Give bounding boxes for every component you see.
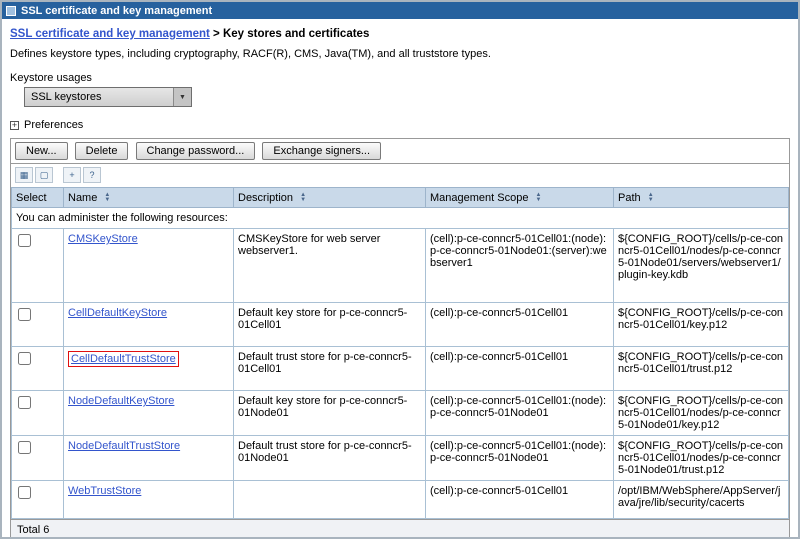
column-header-description[interactable]: Description ▲▼ <box>234 188 426 208</box>
keystore-description: Default trust store for p-ce-conncr5-01C… <box>234 347 426 391</box>
keystore-description: Default key store for p-ce-conncr5-01Cel… <box>234 303 426 347</box>
page-description: Defines keystore types, including crypto… <box>10 48 790 60</box>
table-header-row: Select Name ▲▼ Description ▲▼ <box>12 188 789 208</box>
new-button[interactable]: New... <box>15 142 68 160</box>
window-title: SSL certificate and key management <box>21 5 212 17</box>
action-button-row: New... Delete Change password... Exchang… <box>11 139 789 164</box>
chevron-down-icon[interactable]: ▼ <box>173 88 191 106</box>
selected-option-label: SSL keystores <box>31 91 102 103</box>
keystores-table: Select Name ▲▼ Description ▲▼ <box>11 187 789 519</box>
keystore-usages-label: Keystore usages <box>10 72 790 84</box>
row-checkbox[interactable] <box>18 234 31 247</box>
table-row-webtruststore: WebTrustStore (cell):p-ce-conncr5-01Cell… <box>12 481 789 519</box>
keystore-scope: (cell):p-ce-conncr5-01Cell01:(node):p-ce… <box>426 391 614 436</box>
deselect-all-icon[interactable]: ▢ <box>35 167 53 183</box>
expand-icon[interactable]: + <box>10 121 19 130</box>
row-checkbox[interactable] <box>18 352 31 365</box>
keystore-description <box>234 481 426 519</box>
page-title: Key stores and certificates <box>223 28 369 40</box>
sort-icon[interactable]: ▲▼ <box>300 193 306 203</box>
keystore-link[interactable]: CellDefaultKeyStore <box>68 307 167 319</box>
delete-button[interactable]: Delete <box>75 142 129 160</box>
row-checkbox[interactable] <box>18 441 31 454</box>
table-row-nodedefaultkeystore: NodeDefaultKeyStore Default key store fo… <box>12 391 789 436</box>
breadcrumb: SSL certificate and key management > Key… <box>10 28 790 40</box>
exchange-signers-button[interactable]: Exchange signers... <box>262 142 381 160</box>
table-caption: You can administer the following resourc… <box>12 208 789 229</box>
keystore-link[interactable]: NodeDefaultTrustStore <box>68 440 180 452</box>
page-content: SSL certificate and key management > Key… <box>2 19 798 537</box>
keystores-table-frame: New... Delete Change password... Exchang… <box>10 138 790 537</box>
row-checkbox[interactable] <box>18 396 31 409</box>
keystore-usages-select[interactable]: SSL keystores ▼ <box>24 87 192 107</box>
keystore-path: /opt/IBM/WebSphere/AppServer/java/jre/li… <box>614 481 789 519</box>
app-window: SSL certificate and key management SSL c… <box>0 0 800 539</box>
keystore-scope: (cell):p-ce-conncr5-01Cell01 <box>426 481 614 519</box>
keystore-description: Default trust store for p-ce-conncr5-01N… <box>234 436 426 481</box>
sort-icon[interactable]: ▲▼ <box>648 193 654 203</box>
keystore-path: ${CONFIG_ROOT}/cells/p-ce-conncr5-01Cell… <box>614 347 789 391</box>
preferences-label: Preferences <box>24 119 83 131</box>
keystore-link[interactable]: CMSKeyStore <box>68 233 138 245</box>
table-caption-row: You can administer the following resourc… <box>12 208 789 229</box>
preferences-section: + Preferences <box>10 119 790 131</box>
table-row-celldefaulttruststore: CellDefaultTrustStore Default trust stor… <box>12 347 789 391</box>
column-header-name[interactable]: Name ▲▼ <box>64 188 234 208</box>
keystore-path: ${CONFIG_ROOT}/cells/p-ce-conncr5-01Cell… <box>614 391 789 436</box>
keystore-path: ${CONFIG_ROOT}/cells/p-ce-conncr5-01Cell… <box>614 229 789 303</box>
sort-icon[interactable]: ▲▼ <box>104 193 110 203</box>
table-total: Total 6 <box>11 519 789 537</box>
keystore-link[interactable]: WebTrustStore <box>68 485 141 497</box>
keystore-scope: (cell):p-ce-conncr5-01Cell01:(node):p-ce… <box>426 436 614 481</box>
column-header-path[interactable]: Path ▲▼ <box>614 188 789 208</box>
keystore-description: Default key store for p-ce-conncr5-01Nod… <box>234 391 426 436</box>
window-titlebar[interactable]: SSL certificate and key management <box>2 2 798 19</box>
filter-icon[interactable]: + <box>63 167 81 183</box>
row-checkbox[interactable] <box>18 308 31 321</box>
sort-icon[interactable]: ▲▼ <box>536 193 542 203</box>
keystore-scope: (cell):p-ce-conncr5-01Cell01 <box>426 303 614 347</box>
keystore-scope: (cell):p-ce-conncr5-01Cell01 <box>426 347 614 391</box>
table-row-nodedefaulttruststore: NodeDefaultTrustStore Default trust stor… <box>12 436 789 481</box>
table-row-cmskeystore: CMSKeyStore CMSKeyStore for web server w… <box>12 229 789 303</box>
column-header-management-scope[interactable]: Management Scope ▲▼ <box>426 188 614 208</box>
keystore-link[interactable]: NodeDefaultKeyStore <box>68 395 174 407</box>
keystore-path: ${CONFIG_ROOT}/cells/p-ce-conncr5-01Cell… <box>614 303 789 347</box>
keystore-scope: (cell):p-ce-conncr5-01Cell01:(node):p-ce… <box>426 229 614 303</box>
keystore-path: ${CONFIG_ROOT}/cells/p-ce-conncr5-01Cell… <box>614 436 789 481</box>
table-toolbar: ▦ ▢ + ? <box>11 164 789 187</box>
keystore-link-highlighted[interactable]: CellDefaultTrustStore <box>68 351 179 367</box>
keystore-usages-block: Keystore usages SSL keystores ▼ <box>10 72 790 107</box>
window-icon <box>6 6 16 16</box>
select-all-icon[interactable]: ▦ <box>15 167 33 183</box>
column-header-select: Select <box>12 188 64 208</box>
row-checkbox[interactable] <box>18 486 31 499</box>
breadcrumb-link[interactable]: SSL certificate and key management <box>10 28 210 40</box>
change-password-button[interactable]: Change password... <box>136 142 256 160</box>
table-row-celldefaultkeystore: CellDefaultKeyStore Default key store fo… <box>12 303 789 347</box>
help-icon[interactable]: ? <box>83 167 101 183</box>
keystore-description: CMSKeyStore for web server webserver1. <box>234 229 426 303</box>
breadcrumb-separator: > <box>213 28 220 40</box>
